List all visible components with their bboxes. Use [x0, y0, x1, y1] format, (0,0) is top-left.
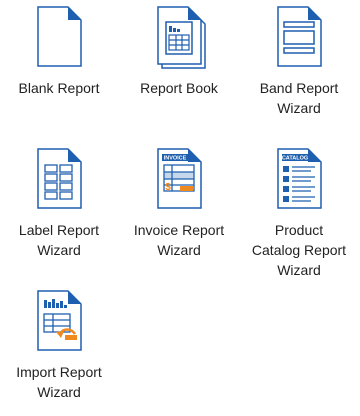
- tile-label: Report Book: [140, 80, 218, 96]
- tile-label: Import Report Wizard: [16, 364, 102, 400]
- import-report-wizard-icon: [31, 288, 87, 354]
- invoice-badge-text: INVOICE: [164, 156, 187, 162]
- label-report-wizard-icon: [31, 146, 87, 212]
- product-catalog-report-wizard-icon: CATALOG: [271, 146, 327, 212]
- tile-label: Invoice Report Wizard: [133, 222, 225, 258]
- tile-label: Label Report Wizard: [18, 222, 100, 258]
- tile-invoice-report-wizard[interactable]: INVOICE $ Invoice Report Wizard: [120, 142, 238, 274]
- tile-import-report-wizard[interactable]: Import Report Wizard: [0, 284, 118, 416]
- tile-blank-report[interactable]: Blank Report: [0, 0, 118, 132]
- invoice-report-wizard-icon: INVOICE $: [151, 146, 207, 212]
- tile-label: Product Catalog Report Wizard: [251, 222, 347, 278]
- report-template-gallery: Blank Report Report Book Band Report Wiz…: [0, 0, 360, 405]
- tile-product-catalog-report-wizard[interactable]: CATALOG Product Catalog Report Wizard: [240, 142, 358, 278]
- dollar-icon: $: [165, 182, 171, 193]
- blank-report-icon: [31, 4, 87, 70]
- catalog-badge-text: CATALOG: [282, 156, 308, 162]
- tile-label: Blank Report: [18, 80, 100, 96]
- tile-report-book[interactable]: Report Book: [120, 0, 238, 132]
- report-book-icon: [151, 4, 207, 70]
- tile-label: Band Report Wizard: [259, 80, 339, 116]
- band-report-wizard-icon: [271, 4, 327, 70]
- tile-band-report-wizard[interactable]: Band Report Wizard: [240, 0, 358, 132]
- tile-label-report-wizard[interactable]: Label Report Wizard: [0, 142, 118, 274]
